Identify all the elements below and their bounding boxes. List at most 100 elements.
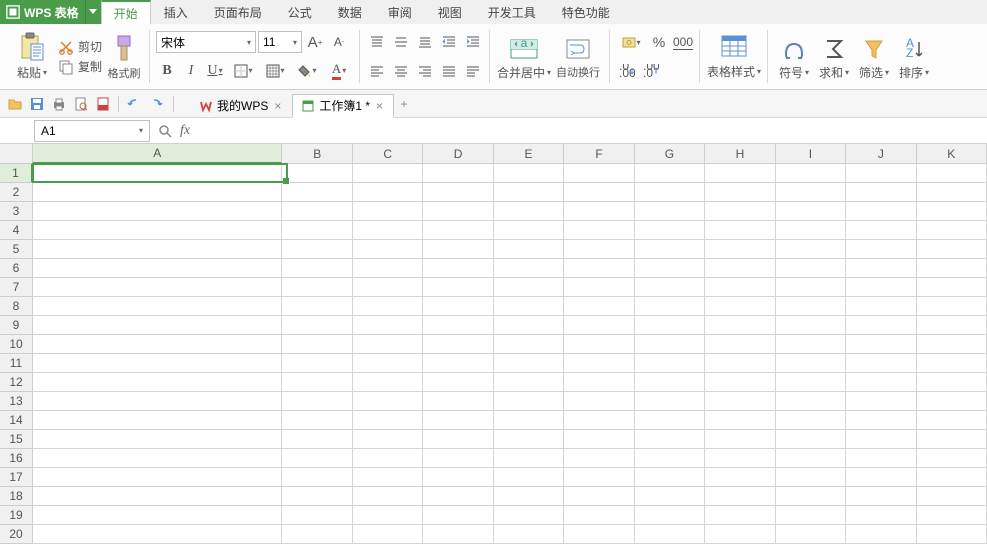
align-center-button[interactable] <box>390 60 412 82</box>
column-header[interactable]: I <box>776 144 846 164</box>
font-color-button[interactable]: A▾ <box>324 60 354 82</box>
cell[interactable] <box>353 411 423 430</box>
cell[interactable] <box>282 316 352 335</box>
wrap-text-button[interactable]: 自动换行 <box>552 28 604 88</box>
cell[interactable] <box>282 392 352 411</box>
cell[interactable] <box>846 373 916 392</box>
cell[interactable] <box>423 411 493 430</box>
cell[interactable] <box>564 430 634 449</box>
decrease-decimal-button[interactable]: .00.0 <box>640 60 662 82</box>
close-icon[interactable]: × <box>374 99 385 113</box>
cell[interactable] <box>423 259 493 278</box>
cell[interactable] <box>33 525 282 544</box>
cell[interactable] <box>494 240 564 259</box>
increase-indent-button[interactable] <box>462 31 484 53</box>
column-header[interactable]: E <box>494 144 564 164</box>
cell[interactable] <box>776 468 846 487</box>
format-painter-button[interactable]: 格式刷 <box>104 27 144 87</box>
cell[interactable] <box>705 316 775 335</box>
cell[interactable] <box>776 487 846 506</box>
cell[interactable] <box>33 297 282 316</box>
border-button[interactable]: ▾ <box>228 60 258 82</box>
column-header[interactable]: F <box>564 144 634 164</box>
cell[interactable] <box>564 316 634 335</box>
cells-area[interactable] <box>33 164 987 544</box>
row-header[interactable]: 16 <box>0 449 33 468</box>
cell[interactable] <box>33 411 282 430</box>
underline-button[interactable]: U▾ <box>204 60 226 82</box>
menu-tab-1[interactable]: 插入 <box>151 0 201 24</box>
add-doc-button[interactable]: + <box>394 97 414 111</box>
cell[interactable] <box>917 354 987 373</box>
cell[interactable] <box>705 468 775 487</box>
cell[interactable] <box>776 316 846 335</box>
cell[interactable] <box>846 354 916 373</box>
cell[interactable] <box>494 259 564 278</box>
cell[interactable] <box>776 449 846 468</box>
row-header[interactable]: 15 <box>0 430 33 449</box>
cell[interactable] <box>282 449 352 468</box>
cell[interactable] <box>33 316 282 335</box>
cell[interactable] <box>494 430 564 449</box>
cell[interactable] <box>846 449 916 468</box>
cell[interactable] <box>33 487 282 506</box>
cell[interactable] <box>846 411 916 430</box>
filter-button[interactable]: 筛选▾ <box>854 28 894 88</box>
sort-button[interactable]: AZ 排序▾ <box>894 28 934 88</box>
fill-color-button[interactable]: ▾ <box>292 60 322 82</box>
cell[interactable] <box>846 487 916 506</box>
cell[interactable] <box>353 240 423 259</box>
cell[interactable] <box>33 183 282 202</box>
cell[interactable] <box>353 297 423 316</box>
cell[interactable] <box>564 449 634 468</box>
cell[interactable] <box>776 297 846 316</box>
menu-tab-7[interactable]: 开发工具 <box>475 0 549 24</box>
sum-button[interactable]: 求和▾ <box>814 28 854 88</box>
cell[interactable] <box>917 240 987 259</box>
cell[interactable] <box>353 221 423 240</box>
cell[interactable] <box>776 335 846 354</box>
justify-button[interactable] <box>438 60 460 82</box>
row-header[interactable]: 14 <box>0 411 33 430</box>
save-icon[interactable] <box>28 95 46 113</box>
cell[interactable] <box>33 335 282 354</box>
cell[interactable] <box>494 392 564 411</box>
cell[interactable] <box>353 202 423 221</box>
row-header[interactable]: 17 <box>0 468 33 487</box>
cell[interactable] <box>776 221 846 240</box>
cell[interactable] <box>423 164 493 183</box>
cell[interactable] <box>917 316 987 335</box>
cell[interactable] <box>635 278 705 297</box>
cell[interactable] <box>776 354 846 373</box>
row-header[interactable]: 7 <box>0 278 33 297</box>
paste-button[interactable]: 粘贴▾ <box>10 27 54 87</box>
cell[interactable] <box>423 278 493 297</box>
menu-tab-4[interactable]: 数据 <box>325 0 375 24</box>
align-bottom-button[interactable] <box>414 31 436 53</box>
cell[interactable] <box>423 392 493 411</box>
cell[interactable] <box>282 202 352 221</box>
cell[interactable] <box>635 525 705 544</box>
cell[interactable] <box>635 392 705 411</box>
cell[interactable] <box>705 373 775 392</box>
cell[interactable] <box>917 506 987 525</box>
cell[interactable] <box>282 221 352 240</box>
cell[interactable] <box>705 297 775 316</box>
doc-tab-workbook[interactable]: 工作簿1 * × <box>292 94 394 118</box>
undo-icon[interactable] <box>125 95 143 113</box>
cell[interactable] <box>353 316 423 335</box>
cell[interactable] <box>776 525 846 544</box>
row-header[interactable]: 1 <box>0 164 33 183</box>
cell[interactable] <box>705 221 775 240</box>
cell[interactable] <box>846 202 916 221</box>
font-size-select[interactable]: 11▾ <box>258 31 302 53</box>
align-middle-button[interactable] <box>390 31 412 53</box>
cell[interactable] <box>282 487 352 506</box>
cell[interactable] <box>494 202 564 221</box>
cell[interactable] <box>282 430 352 449</box>
cell[interactable] <box>705 392 775 411</box>
cell[interactable] <box>917 259 987 278</box>
cell[interactable] <box>353 259 423 278</box>
cell[interactable] <box>635 183 705 202</box>
cell[interactable] <box>564 487 634 506</box>
